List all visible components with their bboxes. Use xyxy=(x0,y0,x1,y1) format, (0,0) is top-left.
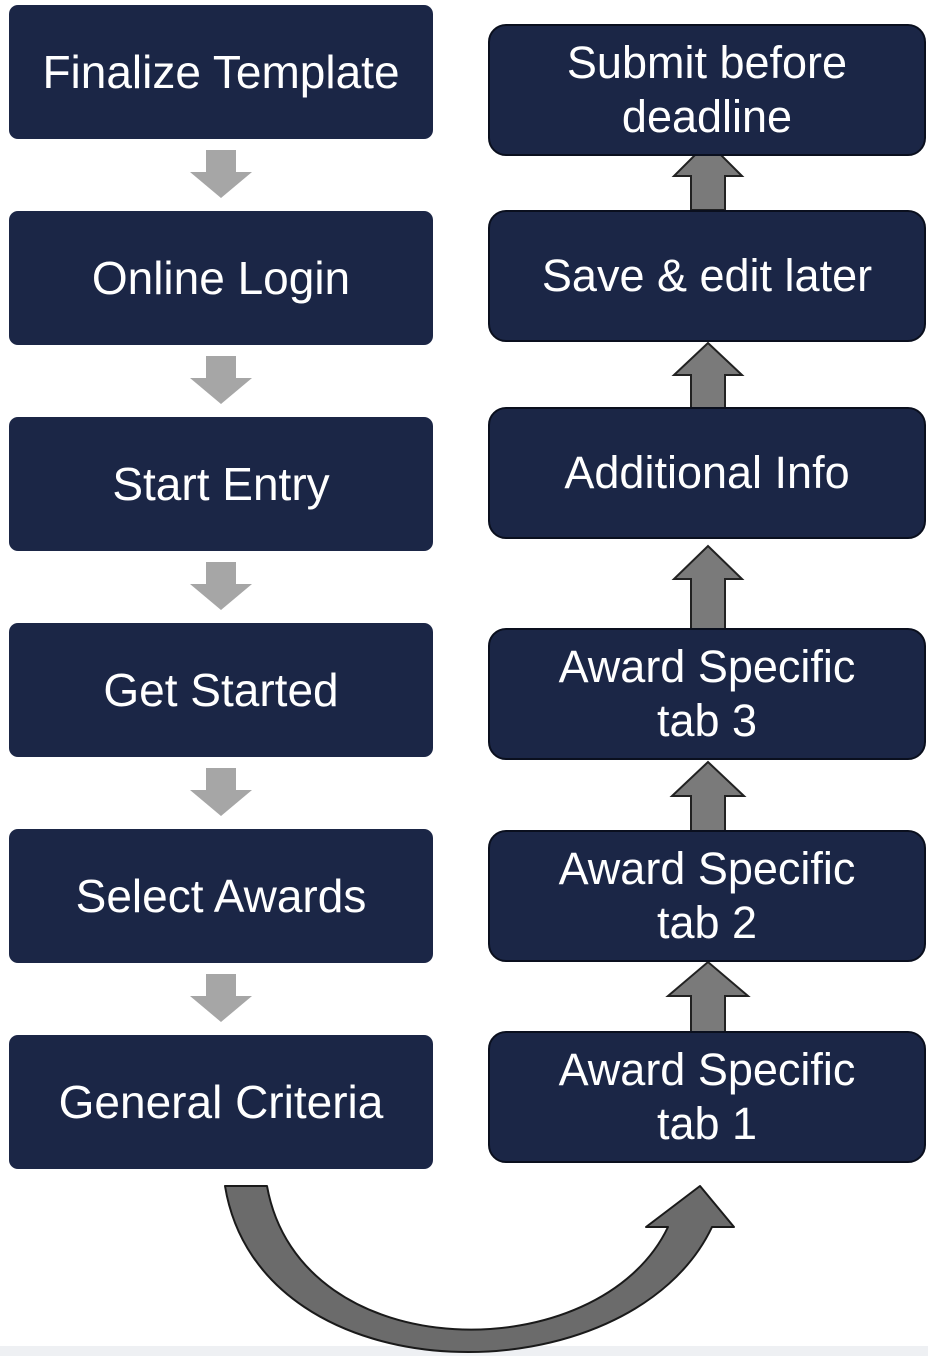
step-save-edit-later: Save & edit later xyxy=(488,210,926,342)
step-label: Online Login xyxy=(91,252,351,304)
step-label: Select Awards xyxy=(75,870,367,922)
step-general-criteria: General Criteria xyxy=(9,1035,433,1169)
step-get-started: Get Started xyxy=(9,623,433,757)
down-arrow-3 xyxy=(190,562,252,610)
step-label: Get Started xyxy=(103,664,339,716)
down-arrow-1 xyxy=(190,150,252,198)
up-arrow-4 xyxy=(671,341,745,410)
step-label: Finalize Template xyxy=(42,46,400,98)
step-additional-info: Additional Info xyxy=(488,407,926,539)
up-arrow-1 xyxy=(665,960,751,1033)
step-submit-before-deadline: Submit before deadline xyxy=(488,24,926,156)
step-label: Award Specific tab 3 xyxy=(558,641,856,746)
step-label: Award Specific tab 1 xyxy=(558,1044,856,1149)
step-start-entry: Start Entry xyxy=(9,417,433,551)
step-label: Save & edit later xyxy=(541,250,873,301)
down-arrow-2 xyxy=(190,356,252,404)
step-label: Submit before deadline xyxy=(566,37,848,142)
step-award-specific-tab-3: Award Specific tab 3 xyxy=(488,628,926,760)
step-online-login: Online Login xyxy=(9,211,433,345)
step-label: Additional Info xyxy=(564,447,850,498)
step-label: General Criteria xyxy=(58,1076,384,1128)
down-arrow-4 xyxy=(190,768,252,816)
down-arrow-5 xyxy=(190,974,252,1022)
step-label: Award Specific tab 2 xyxy=(558,843,856,948)
step-label: Start Entry xyxy=(112,458,330,510)
step-award-specific-tab-2: Award Specific tab 2 xyxy=(488,830,926,962)
curved-connector-arrow xyxy=(224,1185,735,1353)
step-award-specific-tab-1: Award Specific tab 1 xyxy=(488,1031,926,1163)
step-finalize-template: Finalize Template xyxy=(9,5,433,139)
step-select-awards: Select Awards xyxy=(9,829,433,963)
up-arrow-3 xyxy=(671,544,745,631)
up-arrow-2 xyxy=(669,760,747,833)
